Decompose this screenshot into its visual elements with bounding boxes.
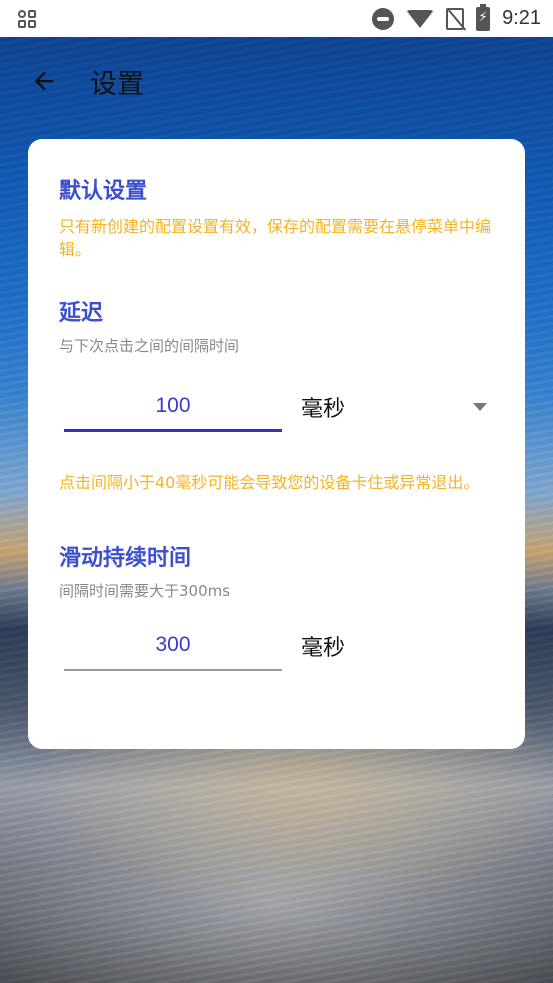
no-sim-icon: [446, 7, 465, 30]
delay-warning: 点击间隔小于40毫秒可能会导致您的设备卡住或异常退出。: [59, 473, 480, 492]
swipe-duration-input-row: 300 毫秒: [59, 616, 495, 676]
default-settings-section: 默认设置 只有新创建的配置设置有效，保存的配置需要在悬停菜单中编辑。: [59, 177, 495, 261]
arrow-left-icon: [34, 71, 54, 91]
swipe-duration-input[interactable]: 300: [64, 621, 282, 671]
wifi-icon: [406, 9, 435, 28]
status-clock: 9:21: [502, 7, 541, 29]
do-not-disturb-icon: [372, 7, 395, 30]
page-title: 设置: [90, 68, 144, 100]
dropdown-arrow-icon[interactable]: [473, 403, 487, 411]
delay-input[interactable]: 100: [64, 382, 282, 432]
app-bar: 设置: [0, 37, 553, 125]
delay-input-row: 100 毫秒: [59, 377, 495, 437]
battery-charging-icon: [476, 3, 491, 31]
delay-title: 延迟: [59, 301, 104, 326]
swipe-duration-title: 滑动持续时间: [59, 546, 192, 571]
swipe-duration-section: 滑动持续时间 间隔时间需要大于300ms 300 毫秒: [59, 544, 495, 676]
swipe-duration-unit: 毫秒: [301, 636, 346, 661]
settings-card: 默认设置 只有新创建的配置设置有效，保存的配置需要在悬停菜单中编辑。 延迟 与下…: [28, 139, 525, 749]
default-settings-note: 只有新创建的配置设置有效，保存的配置需要在悬停菜单中编辑。: [59, 217, 492, 259]
status-bar: 9:21: [0, 0, 553, 37]
delay-description: 与下次点击之间的间隔时间: [59, 337, 240, 355]
grid-icon: [18, 9, 36, 28]
delay-unit-select[interactable]: 毫秒: [301, 391, 345, 423]
back-button[interactable]: [28, 65, 60, 97]
swipe-duration-description: 间隔时间需要大于300ms: [59, 582, 231, 600]
delay-section: 延迟 与下次点击之间的间隔时间 100 毫秒 点击间隔小于40毫秒可能会导致您的…: [59, 299, 495, 494]
default-settings-title: 默认设置: [59, 179, 148, 204]
